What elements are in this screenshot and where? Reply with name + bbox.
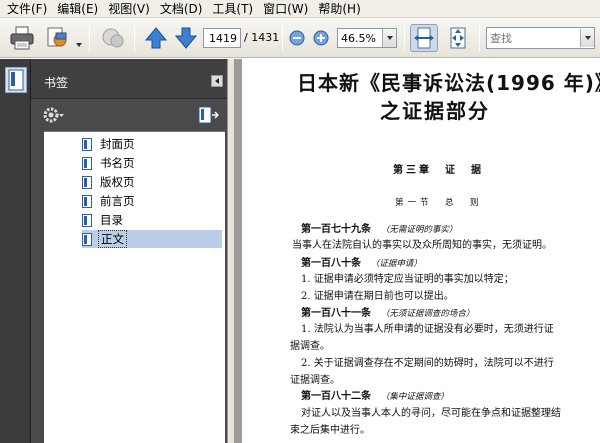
toolbar: / 1431 xyxy=(0,18,600,58)
body-line: 2. 证据申请在期日前也可以提出。 xyxy=(301,291,454,302)
attach-button[interactable] xyxy=(44,24,72,52)
body-line: 对证人以及当事人本人的寻问，尽可能在争点和证据整理结 xyxy=(301,408,561,419)
menu-tools[interactable]: 工具(T) xyxy=(207,0,258,18)
toolbar-separator xyxy=(479,25,480,51)
zoom-out-button[interactable] xyxy=(289,30,305,46)
body-line: 当事人在法院自认的事实以及众所周知的事实，无须证明。 xyxy=(292,240,552,251)
new-bookmark-button[interactable] xyxy=(197,106,220,124)
article-number: 第一百八十二条 xyxy=(301,391,371,402)
article-note: （无需证明的事实） xyxy=(380,225,458,235)
bookmark-add-icon xyxy=(198,106,220,124)
bookmark-page-icon xyxy=(8,69,24,91)
bookmark-label: 前言页 xyxy=(100,194,135,208)
fit-page-icon xyxy=(450,27,466,49)
previous-page-button[interactable] xyxy=(142,24,170,52)
body-line: 据调查。 xyxy=(290,341,330,352)
gear-icon xyxy=(43,107,64,123)
bookmark-label: 目录 xyxy=(100,213,123,227)
sign-button[interactable] xyxy=(99,24,127,52)
bookmark-icon xyxy=(82,232,92,246)
collapse-panel-button[interactable] xyxy=(211,75,223,87)
search-dropdown-button[interactable] xyxy=(580,29,594,47)
bookmark-item-main-text[interactable]: 正文 xyxy=(82,230,222,248)
menu-edit[interactable]: 编辑(E) xyxy=(52,0,103,18)
zoom-in-button[interactable] xyxy=(313,30,329,46)
body-line: 2. 关于证据调查存在不定期间的妨碍时，法院可以不进行 xyxy=(301,358,554,369)
document-title-line1: 日本新《民事诉讼法(1996 年)》 xyxy=(297,71,600,95)
fit-width-button[interactable] xyxy=(410,24,438,52)
body-line: 1. 法院认为当事人所申请的证据没有必要时，无须进行证 xyxy=(301,324,554,335)
article-note: （集中证据调查） xyxy=(380,392,449,402)
chevron-down-icon xyxy=(585,36,591,40)
menu-view[interactable]: 视图(V) xyxy=(103,0,155,18)
article-182: 第一百八十二条 （集中证据调查） xyxy=(301,387,449,402)
panel-splitter[interactable] xyxy=(227,59,235,443)
arrow-down-icon xyxy=(174,27,198,49)
menu-file[interactable]: 文件(F) xyxy=(2,0,52,18)
bookmark-item-copyright[interactable]: 版权页 xyxy=(82,173,137,191)
next-page-button[interactable] xyxy=(172,24,200,52)
page-number-input[interactable] xyxy=(203,28,241,48)
disabled-tool-icon xyxy=(102,28,124,48)
bookmark-icon xyxy=(82,194,92,208)
article-180: 第一百八十条 （证据申请） xyxy=(301,254,422,269)
bookmark-label: 书名页 xyxy=(100,156,135,170)
attach-dropdown-icon[interactable] xyxy=(76,43,82,47)
bookmarks-toolbar xyxy=(31,99,227,130)
body-line: 1. 证据申请必须特定应当证明的事实加以特定； xyxy=(301,274,514,285)
zoom-in-icon xyxy=(313,30,329,46)
bookmarks-panel: 书签 封面页 书名页 版权页 前言页 目录 正文 xyxy=(31,59,227,443)
document-view[interactable]: 日本新《民事诉讼法(1996 年)》 之证据部分 第三章 证 据 第一节 总 则… xyxy=(235,59,600,443)
chapter-heading: 第三章 证 据 xyxy=(393,165,484,176)
bookmark-label: 版权页 xyxy=(100,175,135,189)
bookmarks-tab[interactable] xyxy=(5,67,27,93)
arrow-up-icon xyxy=(144,27,168,49)
document-title-line2: 之证据部分 xyxy=(380,99,490,123)
article-note: （证据申请） xyxy=(370,259,422,269)
document-edit-icon xyxy=(47,27,67,47)
bookmark-icon xyxy=(82,175,92,189)
bookmarks-header: 书签 xyxy=(31,59,227,99)
bookmark-item-title-page[interactable]: 书名页 xyxy=(82,154,137,172)
article-number: 第一百八十一条 xyxy=(301,308,371,319)
section-heading: 第一节 总 则 xyxy=(395,198,483,208)
zoom-dropdown-button[interactable] xyxy=(382,29,396,47)
article-number: 第一百七十九条 xyxy=(301,224,371,235)
article-note: （无须证据调查的场合） xyxy=(380,309,475,319)
chevron-down-icon xyxy=(387,36,393,40)
toolbar-separator xyxy=(404,25,405,51)
bookmark-item-contents[interactable]: 目录 xyxy=(82,211,125,229)
print-button[interactable] xyxy=(8,24,36,52)
menu-window[interactable]: 窗口(W) xyxy=(258,0,313,18)
options-button[interactable] xyxy=(43,106,65,124)
bookmarks-title: 书签 xyxy=(44,76,69,90)
bookmark-item-preface[interactable]: 前言页 xyxy=(82,192,137,210)
body-line: 束之后集中进行。 xyxy=(290,425,370,436)
bookmark-icon xyxy=(82,156,92,170)
bookmark-icon xyxy=(82,137,92,151)
article-181: 第一百八十一条 （无须证据调查的场合） xyxy=(301,304,474,319)
search-input[interactable] xyxy=(486,27,595,49)
fit-width-icon xyxy=(414,27,434,49)
printer-icon xyxy=(10,26,34,50)
fit-page-button[interactable] xyxy=(444,24,472,52)
toolbar-separator xyxy=(134,25,135,51)
article-179: 第一百七十九条 （无需证明的事实） xyxy=(301,220,457,235)
navigation-strip xyxy=(0,59,31,443)
toolbar-separator xyxy=(282,25,283,51)
menu-bar: 文件(F) 编辑(E) 视图(V) 文档(D) 工具(T) 窗口(W) 帮助(H… xyxy=(0,0,600,18)
bookmark-label: 封面页 xyxy=(100,137,135,151)
menu-document[interactable]: 文档(D) xyxy=(155,0,208,18)
bookmark-label: 正文 xyxy=(98,230,127,248)
pdf-page: 日本新《民事诉讼法(1996 年)》 之证据部分 第三章 证 据 第一节 总 则… xyxy=(242,59,600,443)
page-total-label: / 1431 xyxy=(244,31,280,44)
bookmark-item-cover[interactable]: 封面页 xyxy=(82,135,137,153)
article-number: 第一百八十条 xyxy=(301,258,361,269)
bookmark-icon xyxy=(82,213,92,227)
zoom-out-icon xyxy=(289,30,305,46)
menu-help[interactable]: 帮助(H) xyxy=(313,0,365,18)
toolbar-separator xyxy=(89,25,90,51)
bookmark-list: 封面页 书名页 版权页 前言页 目录 正文 xyxy=(44,131,225,443)
body-line: 证据调查。 xyxy=(290,375,340,386)
